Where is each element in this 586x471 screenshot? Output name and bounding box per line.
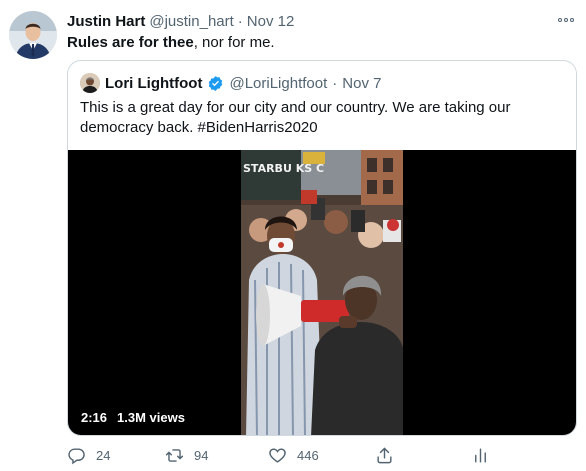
tweet-date[interactable]: Nov 12 (247, 13, 295, 30)
author-name[interactable]: Justin Hart (67, 13, 145, 30)
video-meta: 2:16 1.3M views (81, 410, 185, 425)
quoted-header-separator: · (332, 74, 338, 92)
share-button[interactable] (375, 443, 394, 467)
tweet-text-rest: , nor for me. (193, 34, 275, 51)
video-frame: STARBU KS C (241, 150, 403, 435)
more-dot-icon (564, 18, 568, 22)
more-dot-icon (558, 18, 562, 22)
analytics-button[interactable] (471, 443, 490, 467)
author-avatar[interactable] (9, 11, 57, 59)
tweet-text-bold: Rules are for thee (67, 34, 194, 51)
tweet[interactable]: Justin Hart @justin_hart · Nov 12 Rules … (0, 0, 586, 471)
quoted-tweet[interactable]: Lori Lightfoot @LoriLightfoot · Nov 7 Th… (67, 60, 577, 436)
share-icon (377, 447, 392, 463)
reply-button[interactable]: 24 (67, 443, 110, 467)
more-dot-icon (570, 18, 574, 22)
quoted-author-name[interactable]: Lori Lightfoot (105, 75, 202, 92)
analytics-icon (475, 447, 486, 463)
heart-icon (269, 447, 286, 463)
quoted-tweet-date[interactable]: Nov 7 (342, 75, 381, 92)
reply-icon (68, 447, 85, 464)
retweet-button[interactable]: 94 (165, 443, 208, 467)
quoted-tweet-text: This is a great day for our city and our… (80, 99, 511, 136)
video-views: 1.3M views (117, 410, 185, 425)
video-player[interactable]: STARBU KS C 2:16 1.3M views (68, 150, 576, 435)
like-button[interactable]: 446 (268, 443, 319, 467)
more-options-button[interactable] (556, 12, 576, 28)
like-count: 446 (297, 447, 319, 463)
video-duration: 2:16 (81, 410, 108, 425)
retweet-icon (165, 448, 184, 462)
tweet-text: Rules are for thee, nor for me. (67, 33, 275, 53)
quoted-author-handle[interactable]: @LoriLightfoot (229, 75, 327, 92)
tweet-header: Justin Hart @justin_hart · Nov 12 (67, 11, 294, 31)
quoted-author-avatar[interactable] (80, 73, 100, 93)
quoted-tweet-header: Lori Lightfoot @LoriLightfoot · Nov 7 (80, 72, 381, 94)
reply-count: 24 (96, 447, 111, 463)
header-separator: · (237, 12, 243, 30)
author-handle[interactable]: @justin_hart (149, 13, 233, 30)
action-bar: 24 94 446 (67, 443, 577, 467)
verified-badge-icon (209, 75, 223, 91)
retweet-count: 94 (194, 447, 209, 463)
